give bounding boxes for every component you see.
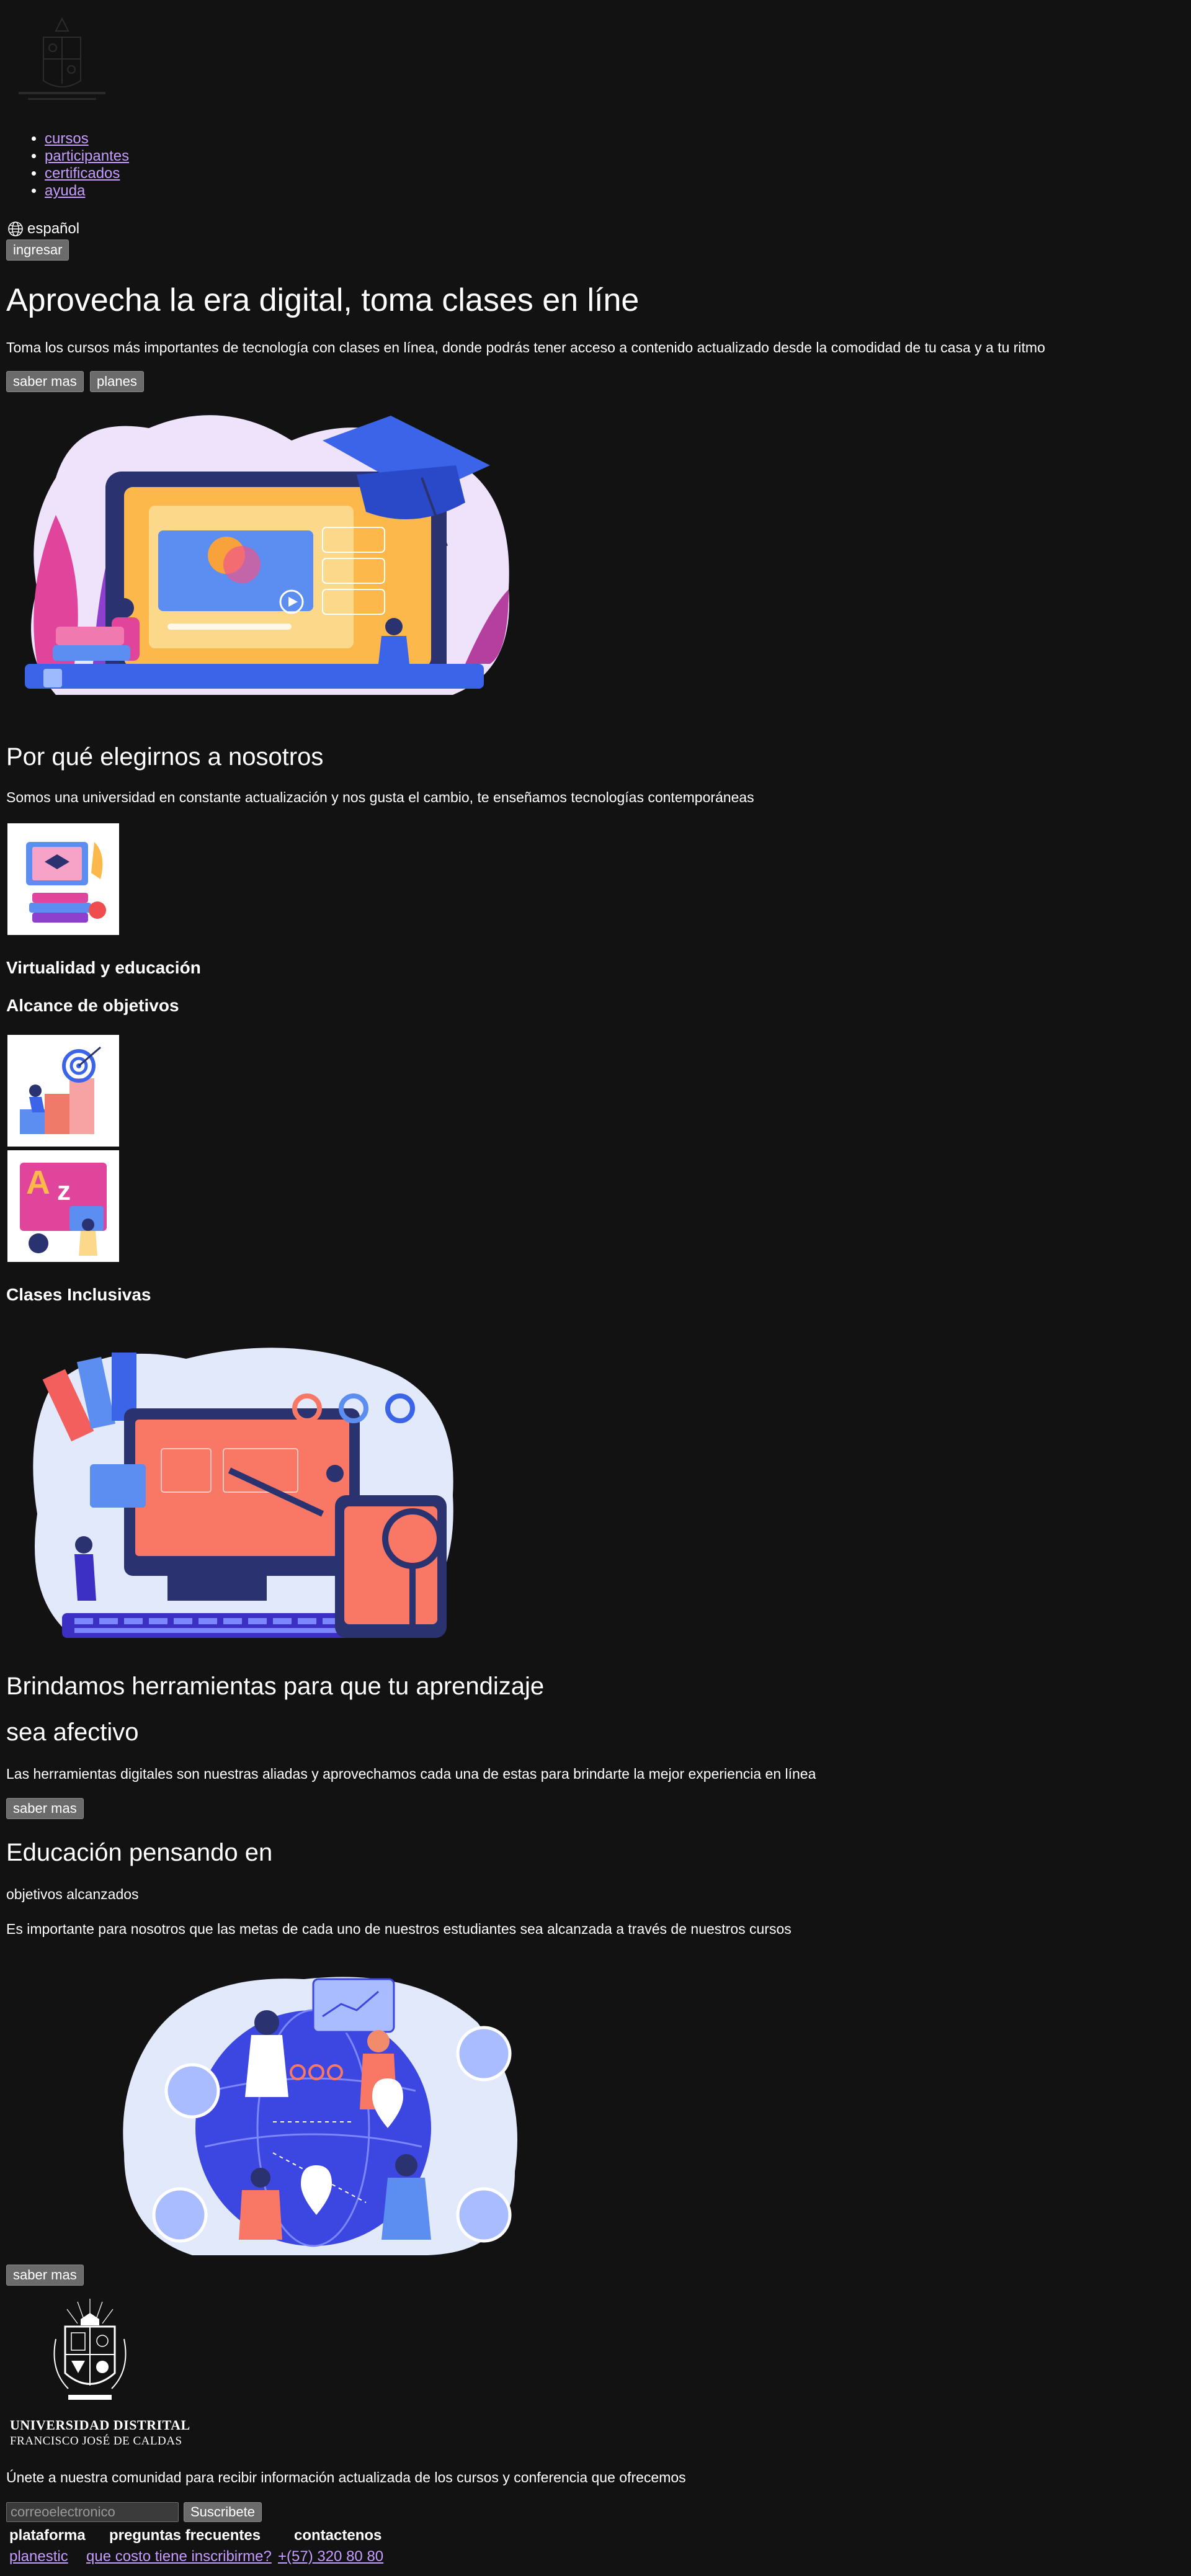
feature-title-inclusivas: Clases Inclusivas <box>6 1285 151 1304</box>
header-logo[interactable] <box>12 12 112 105</box>
language-label: español <box>27 220 80 237</box>
subscribe-button[interactable]: Suscribete <box>184 2502 262 2522</box>
feature-image-virtualidad <box>7 823 119 935</box>
feature-image-objetivos <box>7 1035 119 1147</box>
login-button[interactable]: ingresar <box>6 239 69 261</box>
hero-more-button[interactable]: saber mas <box>6 371 84 392</box>
nav-item-certificados[interactable]: certificados <box>45 165 120 182</box>
feature-image-inclusivas: A z <box>7 1150 119 1262</box>
email-field[interactable] <box>6 2502 179 2522</box>
globe-icon <box>7 221 24 237</box>
footer-heading-preguntas: preguntas frecuentes <box>109 2527 261 2544</box>
hero-description: Toma los cursos más importantes de tecno… <box>6 339 1045 356</box>
hero-title: Aprovecha la era digital, toma clases en… <box>6 282 640 318</box>
tools-title-line1: Brindamos herramientas para que tu apren… <box>6 1673 545 1700</box>
newsletter-text: Únete a nuestra comunidad para recibir i… <box>6 2469 686 2485</box>
goals-title: Educación pensando en <box>6 1839 273 1866</box>
tools-more-button[interactable]: saber mas <box>6 1798 84 1819</box>
footer-heading-contactenos: contactenos <box>294 2527 382 2544</box>
footer-link-costo[interactable]: que costo tiene inscribirme? <box>86 2547 272 2566</box>
feature-title-virtualidad: Virtualidad y educación <box>6 958 201 977</box>
nav-item-participantes[interactable]: participantes <box>45 148 129 164</box>
main-nav: cursos participantes certificados ayuda <box>6 130 129 200</box>
feature-title-objetivos: Alcance de objetivos <box>6 996 179 1015</box>
language-selector[interactable]: español <box>7 220 79 238</box>
why-description: Somos una universidad en constante actua… <box>6 789 754 805</box>
university-name: UNIVERSIDAD DISTRITAL <box>10 2417 190 2433</box>
goals-description: Es importante para nosotros que las meta… <box>6 1921 792 1937</box>
hero-plans-button[interactable]: planes <box>90 371 144 392</box>
hero-illustration <box>19 403 515 707</box>
goals-illustration <box>118 1967 521 2258</box>
footer-crest <box>50 2296 130 2410</box>
nav-item-ayuda[interactable]: ayuda <box>45 182 85 199</box>
university-subname: FRANCISCO JOSÉ DE CALDAS <box>10 2435 182 2448</box>
tools-illustration <box>25 1340 459 1647</box>
footer-heading-plataforma: plataforma <box>9 2527 86 2544</box>
nav-item-cursos[interactable]: cursos <box>45 130 89 147</box>
why-title: Por qué elegirnos a nosotros <box>6 743 324 771</box>
footer-link-planestic[interactable]: planestic <box>9 2547 68 2566</box>
goals-subtitle: objetivos alcanzados <box>6 1886 139 1902</box>
goals-more-button[interactable]: saber mas <box>6 2265 84 2286</box>
footer-link-telefono[interactable]: +(57) 320 80 80 <box>278 2547 383 2566</box>
svg-text:A: A <box>26 1164 50 1201</box>
tools-title-line2: sea afectivo <box>6 1719 139 1746</box>
tools-description: Las herramientas digitales son nuestras … <box>6 1766 816 1782</box>
svg-text:z: z <box>57 1176 71 1206</box>
